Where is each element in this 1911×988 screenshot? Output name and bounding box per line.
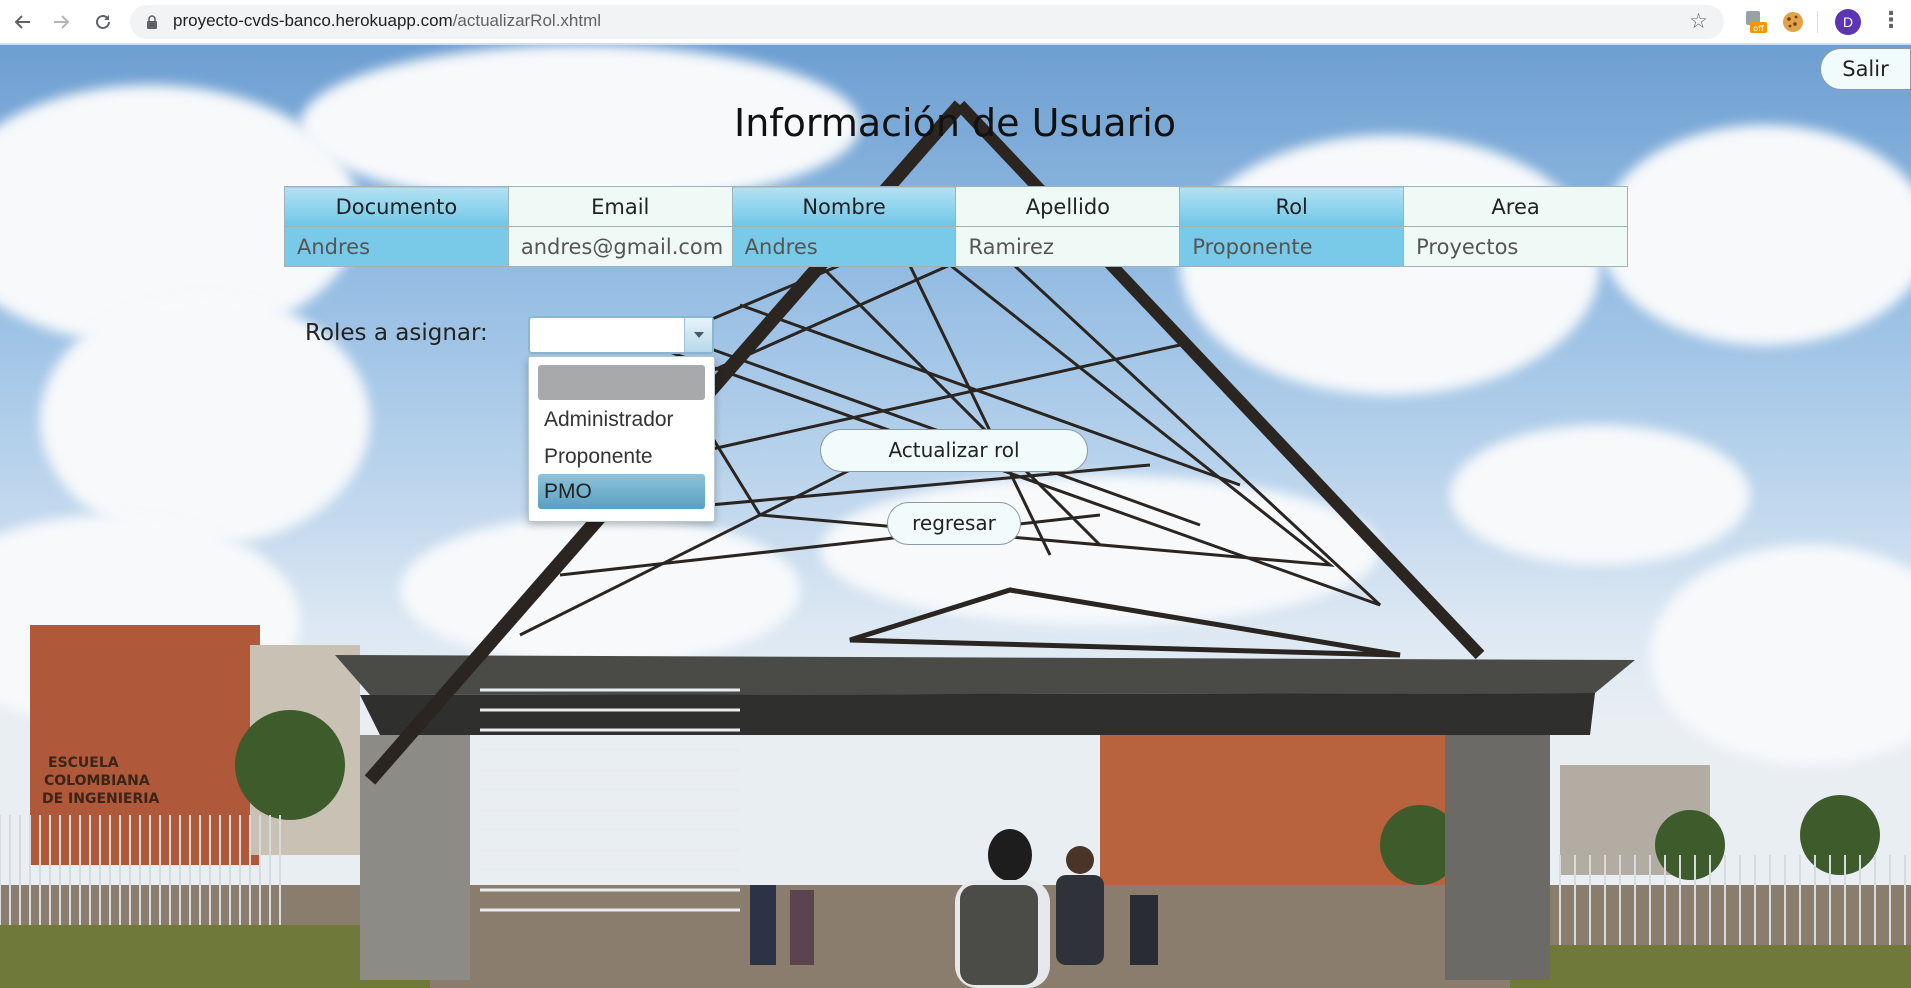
extension-badge: off xyxy=(1753,24,1764,33)
lock-icon xyxy=(147,15,157,29)
browser-toolbar: proyecto-cvds-banco.herokuapp.com/actual… xyxy=(0,0,1911,44)
role-option-empty[interactable] xyxy=(538,365,705,400)
cell-rol: Proponente xyxy=(1179,226,1405,267)
sign-line-3: DE INGENIERIA xyxy=(42,791,160,807)
update-role-button[interactable]: Actualizar rol xyxy=(820,429,1088,472)
role-option-proponente[interactable]: Proponente xyxy=(538,439,705,474)
sign-line-1: ESCUELA xyxy=(48,755,119,771)
role-option-administrador[interactable]: Administrador xyxy=(538,402,705,437)
logout-button[interactable]: Salir xyxy=(1820,48,1911,90)
header-area: Area xyxy=(1403,186,1628,227)
cell-area: Proyectos xyxy=(1403,226,1628,267)
url-path: /actualizarRol.xhtml xyxy=(452,11,602,30)
cell-documento: Andres xyxy=(284,226,509,267)
role-option-pmo[interactable]: PMO xyxy=(538,474,705,509)
address-bar[interactable]: proyecto-cvds-banco.herokuapp.com/actual… xyxy=(130,5,1724,39)
profile-avatar[interactable]: D xyxy=(1835,9,1861,35)
sign-line-2: COLOMBIANA xyxy=(44,773,150,789)
roles-select[interactable] xyxy=(528,316,714,354)
cell-apellido: Ramirez xyxy=(955,226,1181,267)
cell-nombre: Andres xyxy=(731,226,957,267)
browser-menu-icon[interactable]: ⋮ xyxy=(1880,9,1902,35)
toolbar-divider xyxy=(1817,11,1818,33)
url-text: proyecto-cvds-banco.herokuapp.com/actual… xyxy=(173,11,601,31)
table-header-row: Documento Email Nombre Apellido Rol Area xyxy=(284,186,1628,227)
extension-off-icon[interactable]: off xyxy=(1742,9,1768,35)
header-email: Email xyxy=(507,186,733,227)
forward-arrow-icon[interactable] xyxy=(47,8,75,36)
roles-label: Roles a asignar: xyxy=(305,320,488,346)
roles-select-toggle[interactable] xyxy=(684,318,712,352)
back-button[interactable]: regresar xyxy=(887,502,1021,545)
page-title: Información de Usuario xyxy=(733,101,1177,145)
roles-dropdown-list: Administrador Proponente PMO xyxy=(528,356,715,522)
cell-email: andres@gmail.com xyxy=(507,226,733,267)
cookie-extension-icon[interactable] xyxy=(1780,9,1806,35)
bookmark-star-icon[interactable]: ☆ xyxy=(1689,9,1708,33)
reload-icon[interactable] xyxy=(89,8,117,36)
chevron-down-icon xyxy=(694,332,704,338)
header-apellido: Apellido xyxy=(955,186,1181,227)
header-nombre: Nombre xyxy=(731,186,957,227)
url-host: proyecto-cvds-banco.herokuapp.com xyxy=(173,11,453,30)
back-arrow-icon[interactable] xyxy=(9,8,37,36)
header-rol: Rol xyxy=(1179,186,1405,227)
user-info-table: Documento Email Nombre Apellido Rol Area… xyxy=(284,186,1628,267)
table-row: Andres andres@gmail.com Andres Ramirez P… xyxy=(284,226,1628,267)
header-documento: Documento xyxy=(284,186,509,227)
